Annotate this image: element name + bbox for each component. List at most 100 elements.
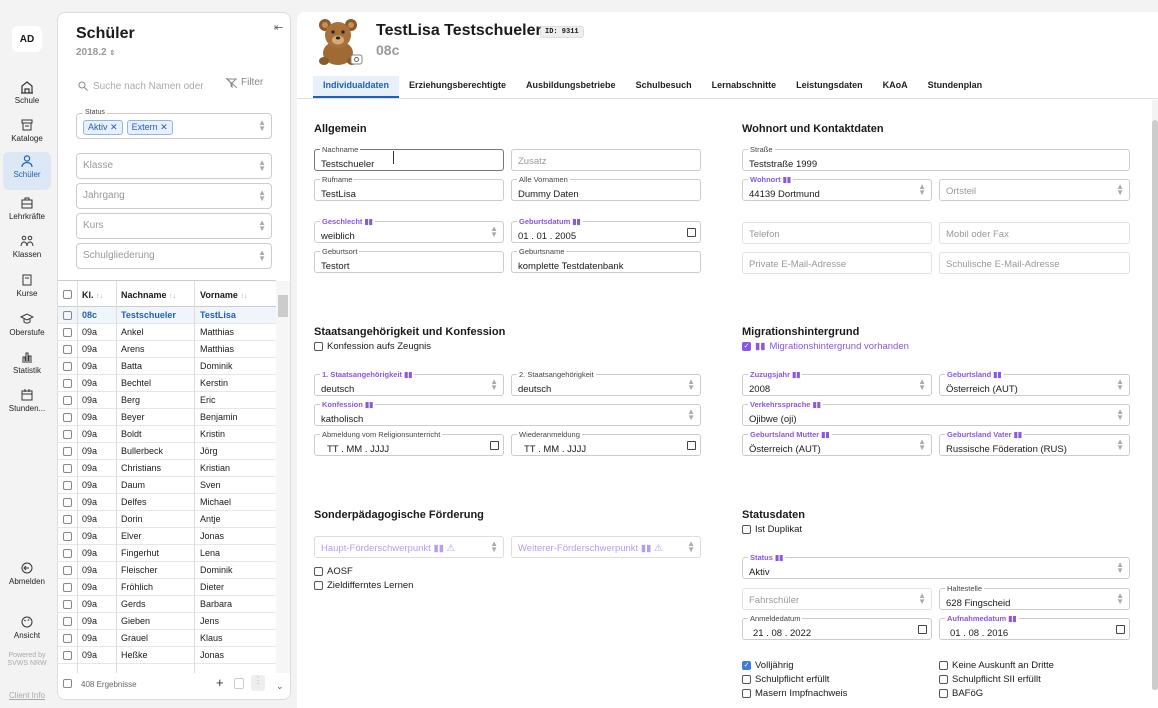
table-row[interactable]: 09a Fleischer Dominik [58, 562, 276, 579]
row-checkbox[interactable] [63, 617, 72, 626]
fahrschueler-select[interactable]: Fahrschüler ▲ ▼ [742, 588, 932, 610]
keine-auskunft-checkbox[interactable]: Keine Auskunft an Dritte [939, 660, 1054, 671]
geburtsland-select[interactable]: Geburtsland ▮▮ Österreich (AUT) ▲ ▼ [939, 370, 1130, 396]
wohnort-select[interactable]: Wohnort ▮▮ 44139 Dortmund ▲ ▼ [742, 175, 932, 201]
haltestelle-select[interactable]: Haltestelle 628 Fingscheid ▲ ▼ [939, 584, 1130, 610]
nav-item-lehrkraefte[interactable]: Lehrkräfte [3, 194, 51, 230]
konfession-select[interactable]: Konfession ▮▮ katholisch ▲ ▼ [314, 400, 701, 426]
row-checkbox[interactable] [63, 379, 72, 388]
nav-item-klassen[interactable]: Klassen [3, 232, 51, 268]
tab-kaoa[interactable]: KAoA [873, 76, 918, 98]
geburtsland-mutter-select[interactable]: Geburtsland Mutter ▮▮ Österreich (AUT) ▲ ▼ [742, 430, 932, 456]
row-checkbox[interactable] [63, 396, 72, 405]
row-checkbox[interactable] [63, 583, 72, 592]
school-year-select[interactable]: 2018.2 ⇕ [76, 47, 115, 58]
table-row[interactable]: 09a Elver Jonas [58, 528, 276, 545]
row-checkbox[interactable] [63, 362, 72, 371]
table-row[interactable]: 09a Dorin Antje [58, 511, 276, 528]
scroll-thumb[interactable] [1152, 120, 1158, 690]
duplikat-checkbox[interactable]: Ist Duplikat [742, 524, 802, 535]
schulpflicht-sii-checkbox[interactable]: Schulpflicht SII erfüllt [939, 674, 1041, 685]
geburtsort-field[interactable]: Geburtsort Testort [314, 247, 504, 273]
add-icon[interactable]: + [216, 675, 224, 690]
detail-scrollbar[interactable] [1152, 100, 1158, 690]
row-checkbox[interactable] [63, 515, 72, 524]
zuzugsjahr-field[interactable]: Zuzugsjahr ▮▮ 2008 ▲ ▼ [742, 370, 932, 396]
private-email-field[interactable]: Private E-Mail-Adresse [742, 252, 932, 274]
rufname-field[interactable]: Rufname TestLisa [314, 175, 504, 201]
scroll-down-icon[interactable]: ⌄ [276, 681, 284, 692]
status-multiselect[interactable]: Status Aktiv ✕ Extern ✕ ▲ ▼ [76, 109, 272, 139]
table-row[interactable]: 09a Bullerbeck Jörg [58, 443, 276, 460]
col-nachname[interactable]: Nachname ↑↓ [121, 290, 176, 300]
geburtsname-field[interactable]: Geburtsname komplette Testdatenbank [511, 247, 701, 273]
filter-button[interactable]: Filter [226, 77, 263, 88]
collapse-panel-icon[interactable]: ⇤ [274, 21, 283, 34]
weiterer-foerderschwerpunkt-select[interactable]: Weiterer-Förderschwerpunkt ▮▮ ⚠ ▲ ▼ [511, 536, 701, 558]
client-info-link[interactable]: Client Info [4, 691, 50, 700]
copy-icon[interactable] [234, 678, 244, 689]
strasse-field[interactable]: Straße Teststraße 1999 [742, 145, 1130, 171]
kurs-select[interactable]: Kurs ▲ ▼ [76, 213, 272, 239]
schulgliederung-select[interactable]: Schulgliederung ▲ ▼ [76, 243, 272, 269]
list-scrollbar[interactable] [276, 281, 290, 681]
row-checkbox[interactable] [63, 532, 72, 541]
geburtsland-vater-select[interactable]: Geburtsland Vater ▮▮ Russische Föderation… [939, 430, 1130, 456]
nav-item-oberstufe[interactable]: Oberstufe [3, 310, 51, 346]
table-row[interactable]: 09a Ankel Matthias [58, 324, 276, 341]
row-checkbox[interactable] [63, 549, 72, 558]
select-all-checkbox[interactable] [63, 290, 72, 299]
row-checkbox[interactable] [63, 600, 72, 609]
table-row[interactable]: 09a Gerds Barbara [58, 596, 276, 613]
search-input[interactable]: Suche nach Namen oder [78, 77, 210, 95]
table-row[interactable]: 09a Gieben Jens [58, 613, 276, 630]
calendar-icon[interactable] [687, 228, 696, 237]
abmeldung-religion-field[interactable]: Abmeldung vom Religionsunterricht TT . MM… [314, 430, 504, 456]
calendar-icon[interactable] [490, 441, 499, 450]
remove-chip-icon[interactable]: ✕ [160, 122, 168, 132]
klasse-select[interactable]: Klasse ▲ ▼ [76, 153, 272, 179]
nav-item-statistik[interactable]: Statistik [3, 348, 51, 384]
row-checkbox[interactable] [63, 328, 72, 337]
table-row[interactable]: 09a Fröhlich Dieter [58, 579, 276, 596]
calendar-icon[interactable] [918, 625, 927, 634]
migrationshintergrund-checkbox[interactable]: ✓ ▮▮ Migrationshintergrund vorhanden [742, 341, 909, 352]
scroll-thumb[interactable] [278, 295, 288, 317]
footer-checkbox[interactable] [63, 679, 72, 688]
row-checkbox[interactable] [63, 413, 72, 422]
row-checkbox[interactable] [63, 447, 72, 456]
bafoeg-checkbox[interactable]: BAFöG [939, 688, 983, 699]
geschlecht-select[interactable]: Geschlecht ▮▮ weiblich ▲ ▼ [314, 217, 504, 243]
user-avatar[interactable]: AD [12, 26, 42, 52]
table-row[interactable]: 09a Beyer Benjamin [58, 409, 276, 426]
status-select[interactable]: Status ▮▮ Aktiv ▲ ▼ [742, 553, 1130, 579]
table-row[interactable]: 09a Arens Matthias [58, 341, 276, 358]
tab-erziehungsberechtigte[interactable]: Erziehungsberechtigte [399, 76, 516, 98]
jahrgang-select[interactable]: Jahrgang ▲ ▼ [76, 183, 272, 209]
school-email-field[interactable]: Schulische E-Mail-Adresse [939, 252, 1130, 274]
more-icon[interactable]: ⋮ [251, 675, 265, 691]
tab-ausbildungsbetriebe[interactable]: Ausbildungsbetriebe [516, 76, 626, 98]
status-chip-extern[interactable]: Extern ✕ [126, 120, 173, 135]
table-row[interactable]: 09a Grauel Klaus [58, 630, 276, 647]
row-checkbox[interactable] [63, 498, 72, 507]
row-checkbox[interactable] [63, 430, 72, 439]
vornamen-field[interactable]: Alle Vornamen Dummy Daten [511, 175, 701, 201]
row-checkbox[interactable] [63, 481, 72, 490]
table-row[interactable]: 09a Fingerhut Lena [58, 545, 276, 562]
table-row[interactable]: 09a Batta Dominik [58, 358, 276, 375]
zusatz-field[interactable]: Zusatz [511, 149, 701, 171]
konfession-zeugnis-checkbox[interactable]: Konfession aufs Zeugnis [314, 341, 431, 352]
row-checkbox[interactable] [63, 464, 72, 473]
table-row[interactable]: 09a Bechtel Kerstin [58, 375, 276, 392]
row-checkbox[interactable] [63, 651, 72, 660]
wiederanmeldung-field[interactable]: Wiederanmeldung TT . MM . JJJJ [511, 430, 701, 456]
table-row[interactable]: 09a Berg Eric [58, 392, 276, 409]
table-row[interactable]: 09a Delfes Michael [58, 494, 276, 511]
tab-individualdaten[interactable]: Individualdaten [313, 76, 400, 98]
nav-item-stundenplan[interactable]: Stunden... [3, 386, 51, 422]
table-row[interactable]: 09a Heßke Jonas [58, 647, 276, 664]
staatsangehoerigkeit2-select[interactable]: 2. Staatsangehörigkeit deutsch ▲ ▼ [511, 370, 701, 396]
telefon-field[interactable]: Telefon [742, 222, 932, 244]
row-checkbox[interactable] [63, 311, 72, 320]
